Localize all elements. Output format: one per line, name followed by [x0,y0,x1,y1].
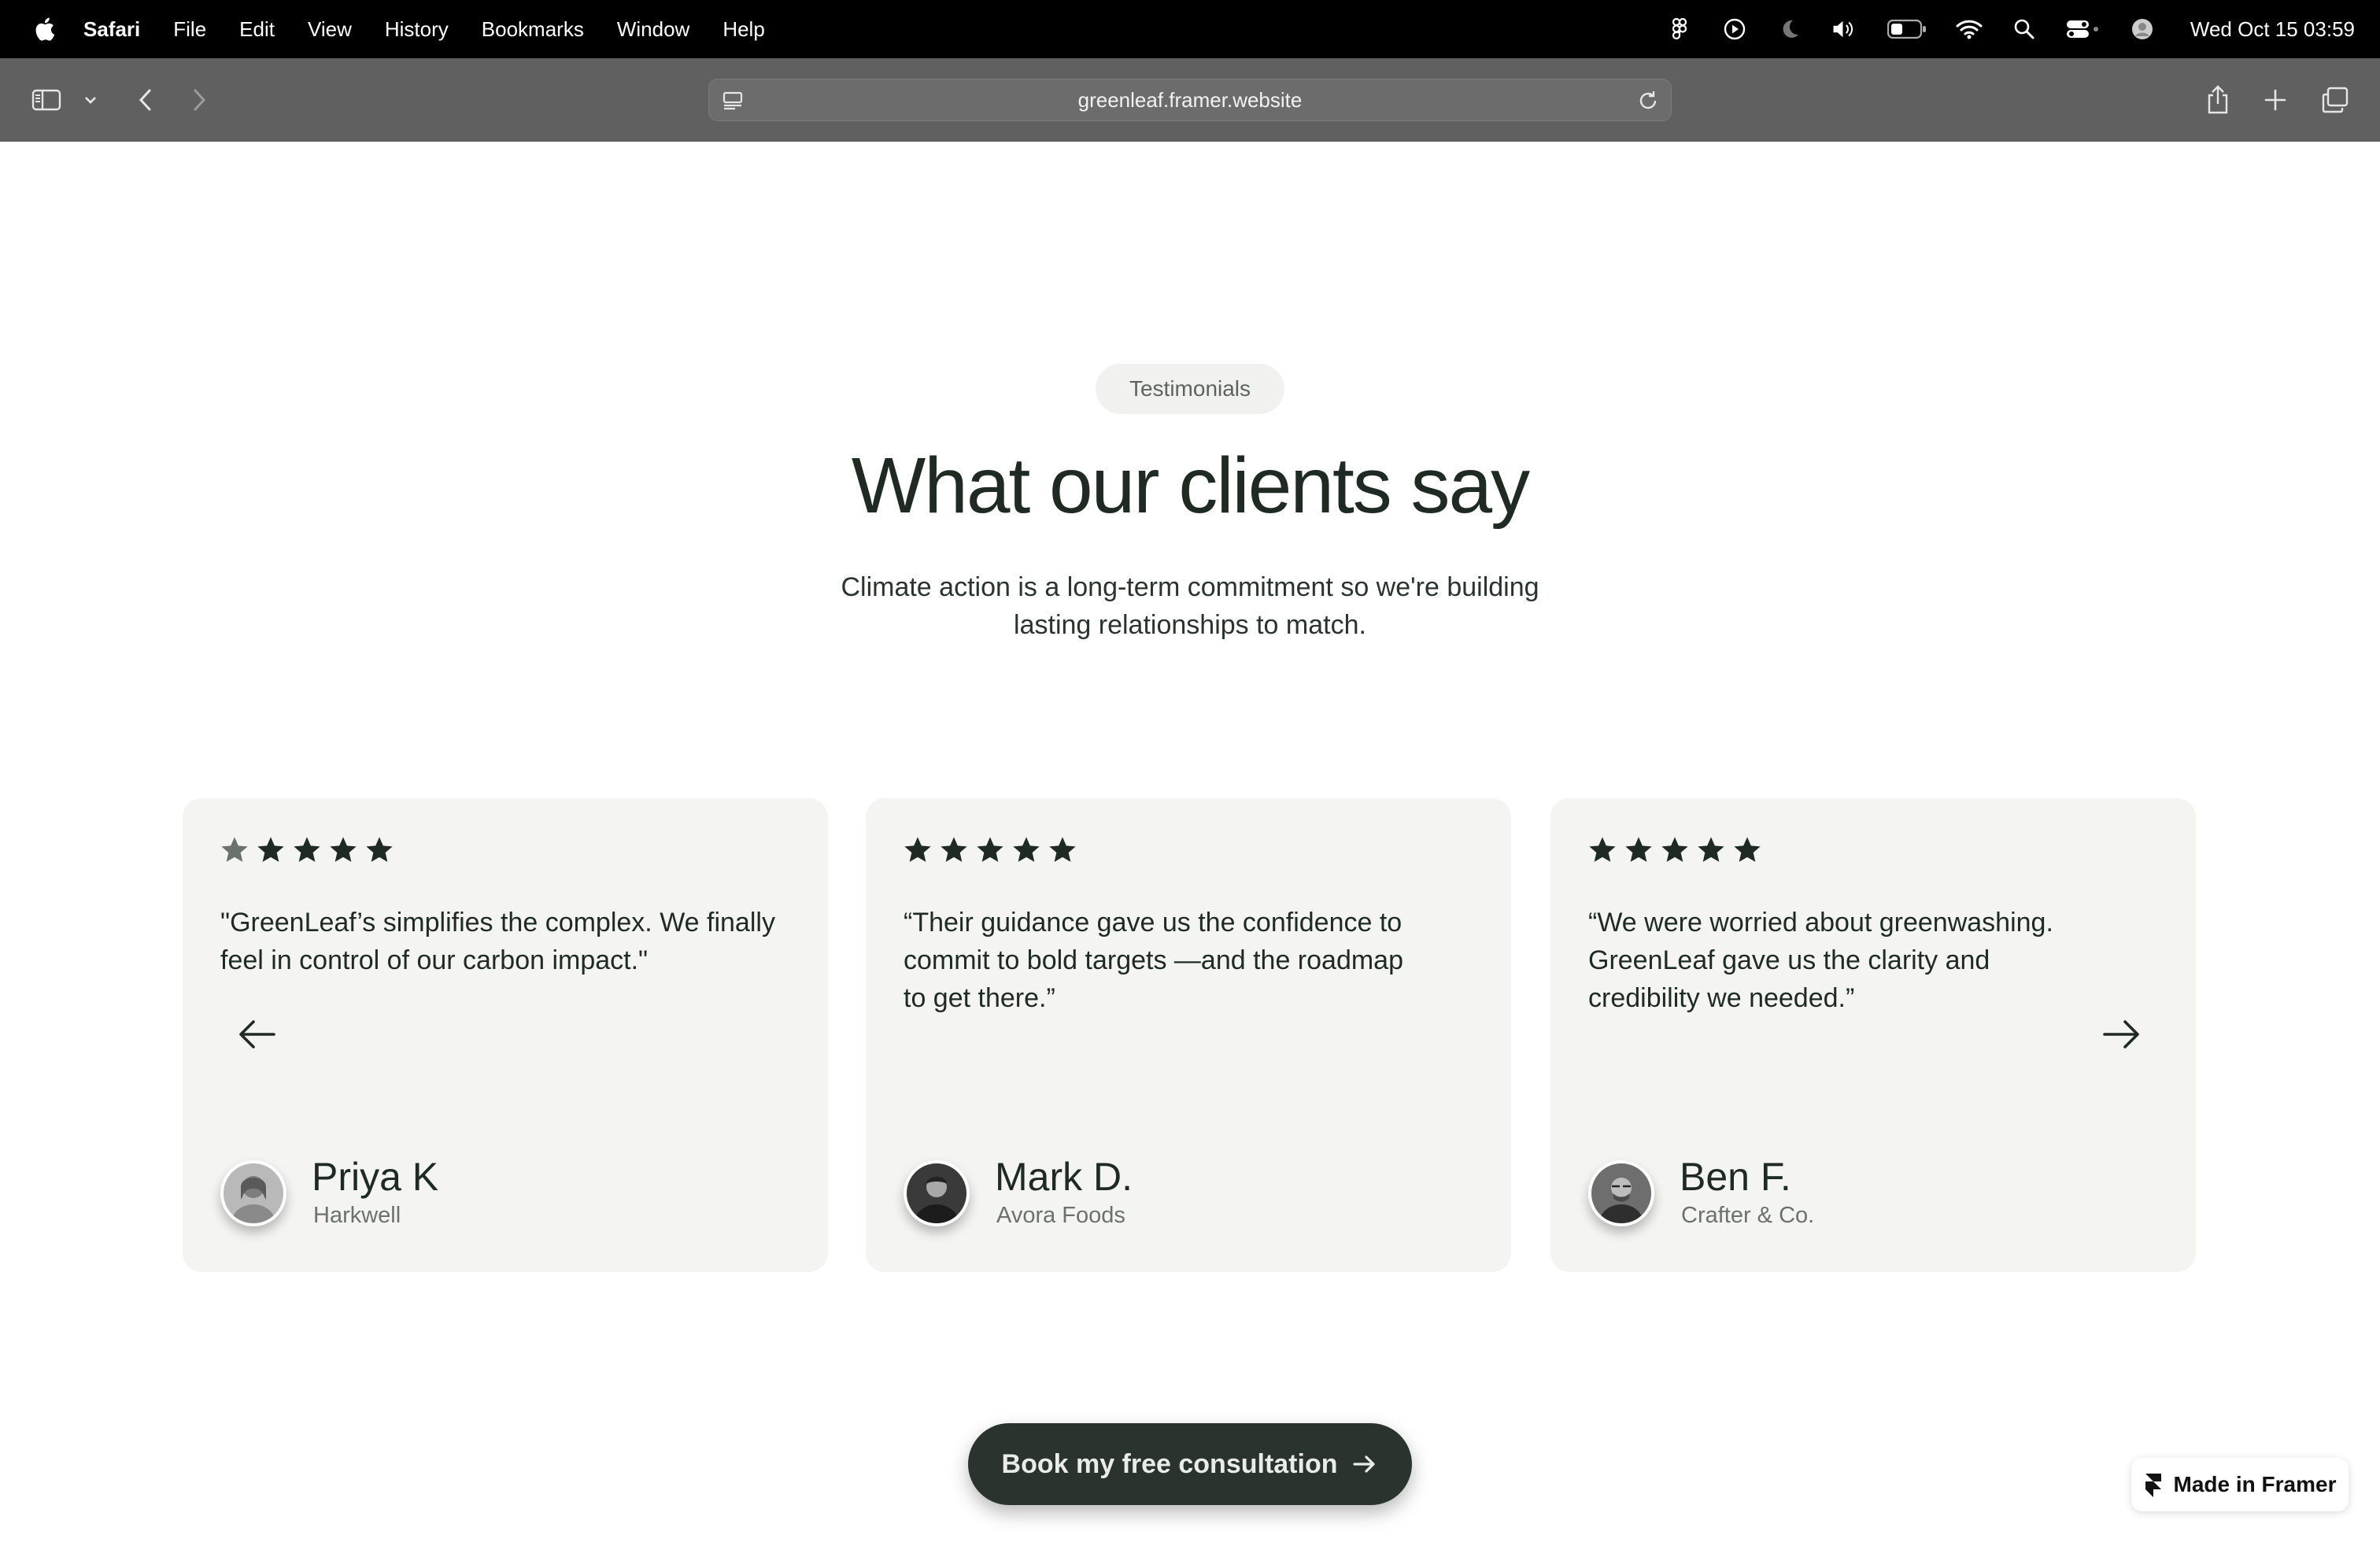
book-consultation-button[interactable]: Book my free consultation [968,1423,1412,1505]
section-subtitle: Climate action is a long-term commitment… [841,572,1539,640]
star-icon [1589,837,1616,862]
testimonial-quote: "GreenLeaf’s simplifies the complex. We … [220,908,775,975]
site-settings-icon[interactable] [722,90,744,112]
menu-history[interactable]: History [385,17,449,42]
menu-edit[interactable]: Edit [239,17,275,42]
spotlight-search-icon[interactable] [2011,16,2038,43]
moon-icon[interactable] [1776,16,1803,43]
figma-icon[interactable] [1666,16,1693,43]
star-icon [977,837,1003,862]
chevron-down-icon[interactable] [80,83,101,117]
avatar [1588,1160,1654,1226]
sidebar-toggle-icon[interactable] [30,83,65,117]
star-rating [219,834,395,866]
star-icon [366,837,393,862]
volume-icon[interactable] [1831,16,1858,43]
tab-overview-icon[interactable] [2319,83,2352,117]
reload-icon[interactable] [1636,89,1660,113]
testimonial-card: “We were worried about greenwashing. Gre… [1550,798,2196,1272]
forward-icon[interactable] [183,83,216,117]
star-icon [1013,837,1040,862]
arrow-left-icon[interactable] [235,1012,279,1056]
star-icon [1049,837,1076,862]
avatar [220,1160,286,1226]
battery-icon[interactable] [1887,16,1927,43]
made-in-framer-badge[interactable]: Made in Framer [2131,1458,2349,1511]
menu-file[interactable]: File [173,17,206,42]
browser-toolbar: greenleaf.framer.website [0,58,2380,142]
menu-bar-clock[interactable]: Wed Oct 15 03:59 [2190,17,2355,42]
testimonial-card: “Their guidance gave us the confidence t… [866,798,1511,1272]
star-rating [902,834,1078,866]
testimonial-card: "GreenLeaf’s simplifies the complex. We … [183,798,828,1272]
star-icon [1734,837,1761,862]
user-avatar-icon[interactable] [2129,16,2156,43]
address-bar[interactable]: greenleaf.framer.website [708,79,1672,121]
testimonial-company: Harkwell [313,1203,401,1228]
star-icon [221,837,248,862]
play-circle-icon[interactable] [1721,16,1748,43]
arrow-right-icon[interactable] [2100,1012,2144,1056]
share-icon[interactable] [2201,83,2234,117]
menu-view[interactable]: View [308,17,352,42]
control-center-icon[interactable] [2066,16,2101,43]
section-badge: Testimonials [1096,364,1284,414]
testimonial-quote: “Their guidance gave us the confidence t… [904,908,1403,1013]
status-icons: Wed Oct 15 03:59 [1666,0,2355,58]
menu-bookmarks[interactable]: Bookmarks [482,17,584,42]
star-icon [941,837,967,862]
star-icon [257,837,284,862]
testimonial-company: Crafter & Co. [1681,1203,1815,1228]
menu-bar: Safari File Edit View History Bookmarks … [0,0,2380,58]
testimonial-name: Ben F. [1680,1155,1791,1199]
testimonial-name: Mark D. [995,1155,1133,1199]
star-icon [904,837,931,862]
apple-logo-icon[interactable] [33,16,55,43]
url-text[interactable]: greenleaf.framer.website [1078,88,1303,113]
avatar [904,1160,970,1226]
made-in-framer-label: Made in Framer [2173,1472,2337,1496]
menu-app-name[interactable]: Safari [83,17,140,42]
page-title: What our clients say [851,442,1530,530]
back-icon[interactable] [129,83,162,117]
wifi-icon[interactable] [1956,16,1983,43]
star-icon [294,837,320,862]
testimonial-quote: “We were worried about greenwashing. Gre… [1588,908,2053,1013]
menu-window[interactable]: Window [617,17,689,42]
arrow-right-icon [1353,1455,1376,1473]
star-icon [1661,837,1688,862]
star-rating [1587,834,1763,866]
star-icon [1625,837,1652,862]
star-icon [1698,837,1724,862]
star-icon [330,837,357,862]
book-consultation-label: Book my free consultation [1001,1448,1338,1479]
testimonial-name: Priya K [312,1155,439,1199]
new-tab-icon[interactable] [2259,83,2292,117]
testimonial-company: Avora Foods [996,1203,1125,1228]
framer-logo-icon [2145,1474,2161,1497]
menu-help[interactable]: Help [722,17,764,42]
